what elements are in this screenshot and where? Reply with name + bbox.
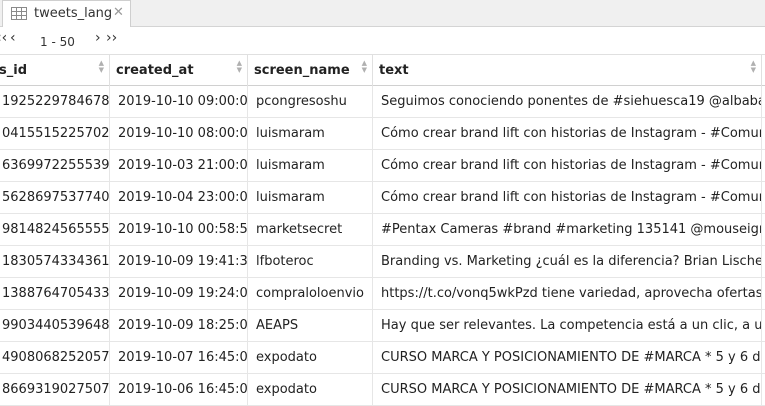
cell-screen-name: expodato (256, 350, 317, 365)
cell-id: 99034405396487 (2, 318, 110, 333)
cell-screen-name: marketsecret (256, 222, 343, 237)
tab-tweets-lang[interactable]: tweets_lang ✕ (2, 0, 131, 27)
next-page-icon[interactable]: › (95, 30, 101, 46)
table-row: 18305743343617 2019-10-09 19:41:39 lfbot… (0, 246, 765, 278)
cell-screen-name: compraloloenvio (256, 286, 364, 301)
cell-id: 04155152257024 (2, 126, 110, 141)
table-row: 99034405396487 2019-10-09 18:25:04 AEAPS… (0, 310, 765, 342)
cell-created-at: 2019-10-09 19:41:39 (118, 254, 248, 269)
cell-screen-name: expodato (256, 382, 317, 397)
cell-id: 98148245655552 (2, 222, 110, 237)
cell-screen-name: lfboteroc (256, 254, 314, 269)
first-page-icon[interactable]: ‹‹ (0, 30, 7, 46)
cell-id: 86693190275072 (2, 382, 110, 397)
cell-text: #Pentax Cameras #brand #marketing 135141… (381, 222, 762, 237)
table-header: s_id ▲ ▼ created_at ▲ ▼ screen_name ▲ ▼ tex… (0, 54, 765, 86)
cell-text: Cómo crear brand lift con historias de I… (381, 158, 762, 173)
table-row: 04155152257024 2019-10-10 08:00:09 luism… (0, 118, 765, 150)
cell-created-at: 2019-10-07 16:45:02 (118, 350, 248, 365)
cell-screen-name: luismaram (256, 190, 325, 205)
column-header-screen-name[interactable]: screen_name ▲ ▼ (248, 55, 373, 86)
cell-text: Seguimos conociendo ponentes de #siehues… (381, 94, 762, 109)
cell-text: https://t.co/vonq5wkPzd tiene variedad, … (381, 286, 762, 301)
column-header-id[interactable]: s_id ▲ ▼ (0, 55, 110, 86)
cell-id: 56286975377409 (2, 190, 110, 205)
cell-text: Cómo crear brand lift con historias de I… (381, 190, 762, 205)
table-row: 13887647054336 2019-10-09 19:24:04 compr… (0, 278, 765, 310)
cell-id: 63699722555392 (2, 158, 110, 173)
table-icon (11, 7, 27, 20)
sort-icon: ▲ ▼ (750, 59, 756, 74)
column-header-text[interactable]: text ▲ ▼ (373, 55, 762, 86)
table-row: 56286975377409 2019-10-04 23:00:01 luism… (0, 182, 765, 214)
table-row: 49080682520578 2019-10-07 16:45:02 expod… (0, 342, 765, 374)
cell-created-at: 2019-10-09 19:24:04 (118, 286, 248, 301)
cell-created-at: 2019-10-06 16:45:02 (118, 382, 248, 397)
sort-icon: ▲ ▼ (361, 59, 367, 74)
table-row: 19252297846784 2019-10-10 09:00:08 pcong… (0, 86, 765, 118)
table-row: 98148245655552 2019-10-10 00:58:55 marke… (0, 214, 765, 246)
sort-icon: ▲ ▼ (236, 59, 242, 74)
cell-screen-name: AEAPS (256, 318, 299, 333)
pagination-bar: ‹‹ ‹ 1 - 50 › ›› (0, 28, 765, 54)
cell-created-at: 2019-10-04 23:00:01 (118, 190, 248, 205)
tab-title: tweets_lang (34, 6, 113, 21)
cell-text: Hay que ser relevantes. La competencia e… (381, 318, 762, 333)
cell-text: CURSO MARCA Y POSICIONAMIENTO DE #MARCA … (381, 350, 762, 365)
cell-text: Branding vs. Marketing ¿cuál es la difer… (381, 254, 762, 269)
cell-text: Cómo crear brand lift con historias de I… (381, 126, 762, 141)
page-range: 1 - 50 (40, 35, 75, 49)
cell-screen-name: luismaram (256, 158, 325, 173)
last-page-icon[interactable]: ›› (106, 30, 117, 46)
tab-bar: tweets_lang ✕ (0, 0, 765, 27)
data-grid: s_id ▲ ▼ created_at ▲ ▼ screen_name ▲ ▼ tex… (0, 54, 765, 406)
table-row: 63699722555392 2019-10-03 21:00:01 luism… (0, 150, 765, 182)
cell-screen-name: luismaram (256, 126, 325, 141)
cell-created-at: 2019-10-09 18:25:04 (118, 318, 248, 333)
column-header-created-at[interactable]: created_at ▲ ▼ (110, 55, 248, 86)
table-row: 86693190275072 2019-10-06 16:45:02 expod… (0, 374, 765, 406)
sort-icon: ▲ ▼ (98, 59, 104, 74)
close-icon[interactable]: ✕ (113, 5, 124, 20)
cell-id: 13887647054336 (2, 286, 110, 301)
cell-screen-name: pcongresoshu (256, 94, 347, 109)
cell-created-at: 2019-10-10 00:58:55 (118, 222, 248, 237)
cell-id: 18305743343617 (2, 254, 110, 269)
cell-created-at: 2019-10-03 21:00:01 (118, 158, 248, 173)
previous-page-icon[interactable]: ‹ (10, 30, 16, 46)
cell-created-at: 2019-10-10 08:00:09 (118, 126, 248, 141)
cell-id: 19252297846784 (2, 94, 110, 109)
cell-id: 49080682520578 (2, 350, 110, 365)
cell-created-at: 2019-10-10 09:00:08 (118, 94, 248, 109)
cell-text: CURSO MARCA Y POSICIONAMIENTO DE #MARCA … (381, 382, 762, 397)
